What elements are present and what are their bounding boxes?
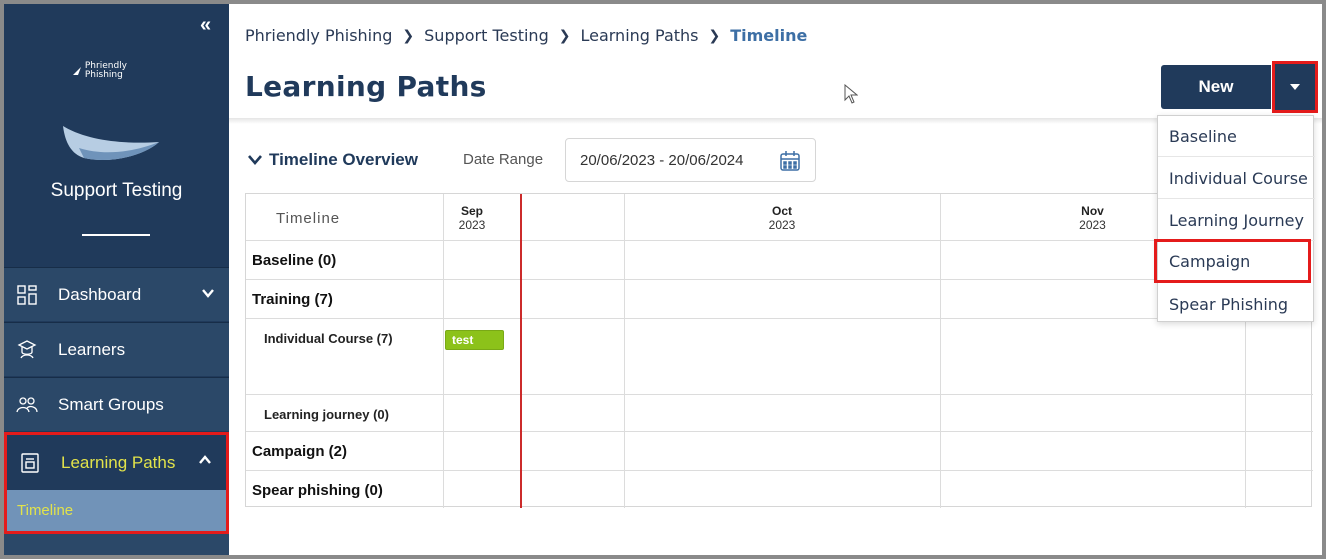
org-logo-icon (63, 126, 159, 161)
grid-line (443, 194, 444, 508)
timeline-bar-test[interactable]: test (445, 330, 504, 350)
sidebar-item-label: Dashboard (58, 284, 142, 304)
grid-line (246, 279, 1313, 280)
menu-item-spear-phishing[interactable]: Spear Phishing (1158, 284, 1315, 325)
sidebar-item-label: Learners (58, 339, 126, 359)
users-icon (16, 394, 38, 416)
menu-item-individual-course[interactable]: Individual Course (1158, 158, 1315, 199)
sidebar-item-learners[interactable]: Learners (4, 322, 229, 376)
calendar-icon[interactable] (779, 150, 801, 172)
chevron-right-icon: ❯ (558, 27, 571, 44)
date-range-value: 20/06/2023 - 20/06/2024 (580, 151, 744, 169)
sidebar-item-dashboard[interactable]: Dashboard (4, 267, 229, 321)
document-icon (19, 452, 41, 474)
menu-item-campaign[interactable]: Campaign (1154, 239, 1311, 283)
sidebar-item-next[interactable] (4, 534, 229, 555)
breadcrumb-item[interactable]: Learning Paths (580, 26, 698, 45)
timeline-overview-toggle[interactable]: Timeline Overview (247, 150, 418, 170)
org-divider (82, 234, 150, 236)
breadcrumb-current: Timeline (730, 26, 808, 45)
grid-line (940, 194, 941, 508)
grid-line (246, 470, 1313, 471)
chevron-right-icon: ❯ (402, 27, 415, 44)
row-learning-journey: Learning journey (0) (264, 407, 389, 422)
row-individual-course: Individual Course (7) (264, 331, 393, 346)
month-name: Nov (1081, 204, 1104, 218)
new-button[interactable]: New (1161, 65, 1271, 109)
chevron-up-icon (199, 455, 211, 464)
row-spear-phishing: Spear phishing (0) (252, 482, 383, 499)
date-range-label: Date Range (463, 151, 544, 168)
new-dropdown-menu: Baseline Individual Course Learning Jour… (1154, 115, 1315, 325)
logo: Phriendly Phishing (72, 62, 127, 80)
chevron-down-icon (248, 155, 262, 165)
sidebar-item-label: Smart Groups (58, 394, 164, 414)
timeline-column-header: Timeline (276, 210, 341, 227)
date-range-input[interactable]: 20/06/2023 - 20/06/2024 (565, 138, 816, 182)
month-header-sep: Sep 2023 (443, 204, 501, 232)
grid-line (246, 318, 1313, 319)
org-name: Support Testing (50, 180, 183, 201)
sidebar-item-label: Learning Paths (61, 452, 176, 472)
new-dropdown-toggle[interactable] (1272, 61, 1318, 113)
app-frame: « Phriendly Phishing Support Testing Das… (4, 4, 1322, 555)
grid-line (246, 240, 1313, 241)
chevron-right-icon: ❯ (708, 27, 721, 44)
month-name: Oct (771, 204, 792, 218)
sidebar-item-smart-groups[interactable]: Smart Groups (4, 377, 229, 431)
page-title: Learning Paths (245, 70, 487, 103)
menu-item-baseline[interactable]: Baseline (1158, 116, 1315, 157)
timeline-overview-heading: Timeline Overview (269, 150, 418, 169)
month-header-oct: Oct 2023 (624, 204, 940, 232)
chevron-down-icon (202, 289, 214, 298)
menu-item-learning-journey[interactable]: Learning Journey (1158, 200, 1315, 241)
today-marker-line (520, 194, 522, 508)
grid-line (624, 194, 625, 508)
month-year: 2023 (1079, 218, 1106, 232)
month-year: 2023 (458, 218, 486, 232)
breadcrumb: Phriendly Phishing ❯ Support Testing ❯ L… (245, 26, 807, 45)
dashboard-icon (16, 284, 38, 306)
breadcrumb-item[interactable]: Phriendly Phishing (245, 26, 392, 45)
sidebar: « Phriendly Phishing Support Testing Das… (4, 4, 229, 555)
grid-line (246, 431, 1313, 432)
timeline-grid: Timeline Sep 2023 Oct 2023 Nov 2023 Base… (245, 193, 1313, 508)
logo-text-bottom: Phishing (84, 70, 123, 80)
grid-line (246, 394, 1313, 395)
month-year: 2023 (768, 218, 796, 232)
learner-icon (16, 339, 38, 361)
logo-swoosh-icon (73, 67, 81, 75)
mouse-cursor-icon (844, 84, 858, 104)
collapse-sidebar-icon[interactable]: « (200, 14, 211, 37)
row-training: Training (7) (252, 291, 333, 308)
month-name: Sep (460, 204, 483, 218)
row-campaign: Campaign (2) (252, 443, 348, 460)
row-baseline: Baseline (0) (252, 252, 337, 269)
sidebar-item-learning-paths[interactable]: Learning Paths (4, 432, 229, 490)
breadcrumb-item[interactable]: Support Testing (424, 26, 549, 45)
caret-down-icon (1290, 84, 1300, 90)
sidebar-subitem-timeline[interactable]: Timeline (4, 490, 229, 534)
